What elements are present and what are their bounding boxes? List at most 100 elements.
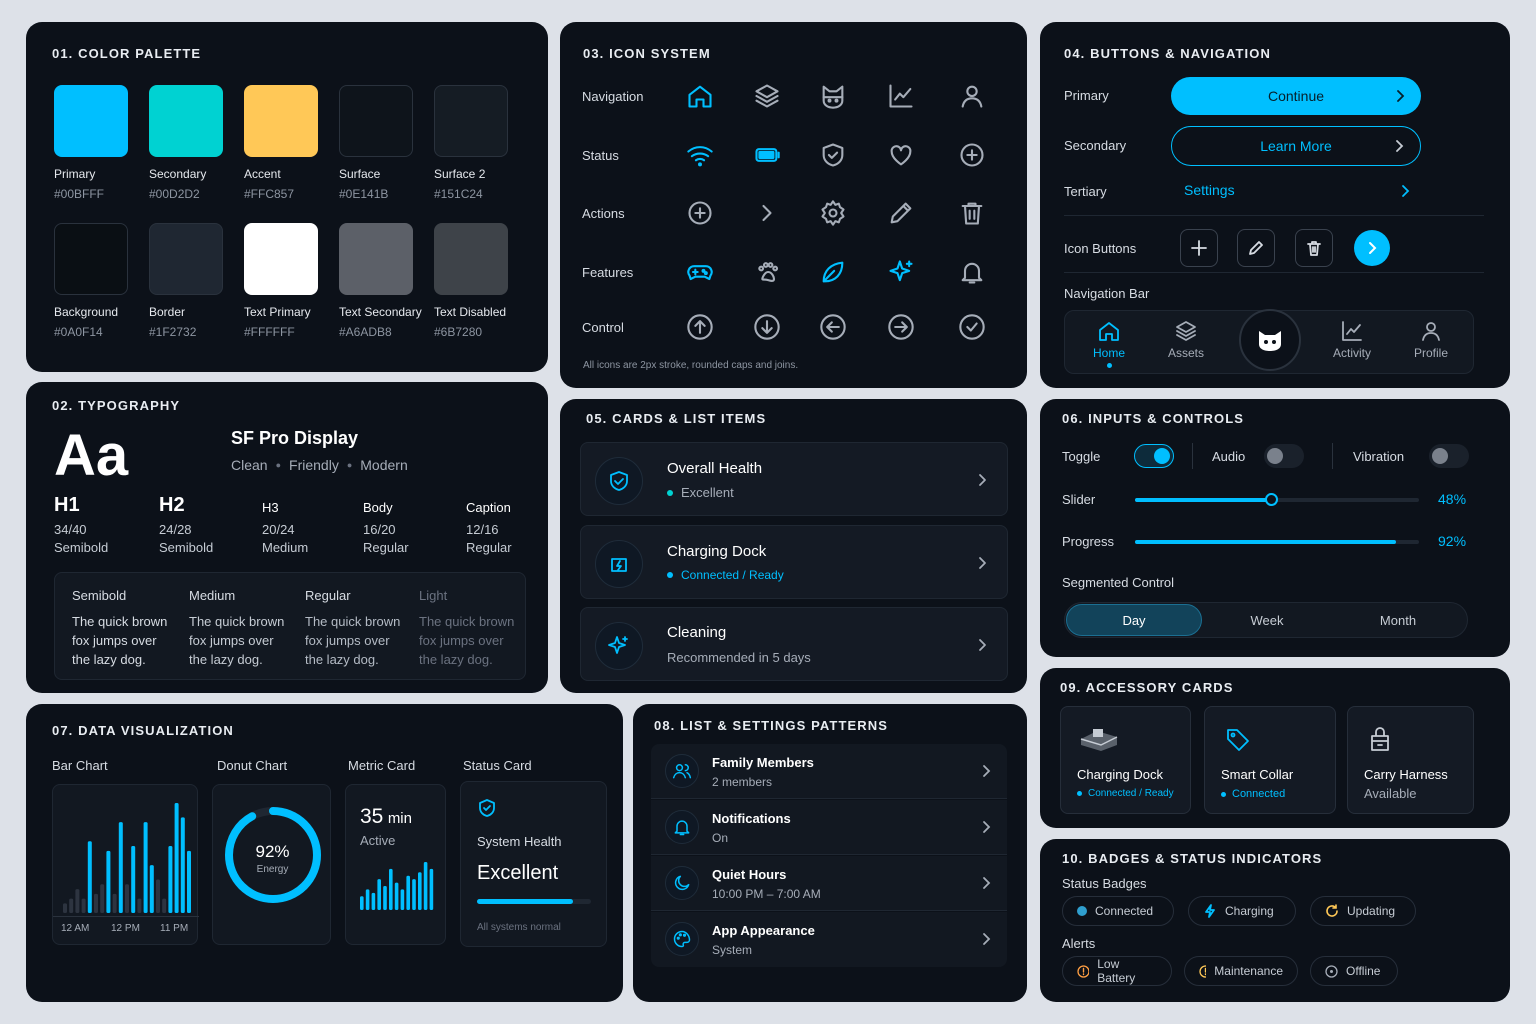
accessory-charging-dock[interactable]: Charging Dock Connected / Ready <box>1060 706 1191 814</box>
list-icon-circle <box>665 866 699 900</box>
learn-more-label: Learn More <box>1260 138 1332 154</box>
tertiary-label: Tertiary <box>1064 184 1107 199</box>
card-overall-health[interactable]: Overall Health Excellent <box>580 442 1008 516</box>
settings-list-item[interactable]: Family Members 2 members <box>651 744 1007 799</box>
moon-icon <box>672 873 692 893</box>
metric-bar <box>377 879 381 910</box>
bar <box>81 898 86 913</box>
color-swatch <box>434 223 508 295</box>
color-swatch <box>54 223 128 295</box>
bell-icon <box>958 258 986 286</box>
settings-button[interactable]: Settings <box>1184 182 1414 204</box>
swatch-name: Text Primary <box>244 305 311 319</box>
card-cleaning[interactable]: Cleaning Recommended in 5 days <box>580 607 1008 681</box>
vibration-toggle[interactable] <box>1429 444 1469 468</box>
list-icon-circle <box>665 754 699 788</box>
slider-track[interactable] <box>1135 493 1419 506</box>
swatch-hex: #FFC857 <box>244 187 295 201</box>
type-scale-weight: Regular <box>363 540 409 555</box>
slider-thumb[interactable] <box>1265 493 1279 506</box>
weight-sample-line: the lazy dog. <box>189 652 263 667</box>
audio-label: Audio <box>1212 449 1246 464</box>
card-title: Overall Health <box>667 460 763 477</box>
tag-icon <box>1227 729 1249 751</box>
type-scale-size: 34/40 <box>54 522 87 537</box>
list-item-sub: 10:00 PM – 7:00 AM <box>712 887 821 901</box>
toggle-switch-on[interactable] <box>1134 444 1174 468</box>
swatch-name: Surface 2 <box>434 167 486 181</box>
learn-more-button[interactable]: Learn More <box>1171 126 1421 166</box>
shield-check-icon <box>479 799 495 817</box>
progress-value: 92% <box>1438 533 1467 549</box>
segment-month[interactable]: Month <box>1333 604 1463 636</box>
nav-profile[interactable]: Profile <box>1403 319 1459 371</box>
audio-toggle[interactable] <box>1264 444 1304 468</box>
shield-check-icon <box>610 471 628 491</box>
trash-icon <box>1307 241 1321 256</box>
icon-system-panel: 03. ICON SYSTEM Navigation Status Actions F… <box>560 22 1027 388</box>
continue-button[interactable]: Continue <box>1171 77 1421 115</box>
bar <box>63 903 67 913</box>
swatch-hex: #6B7280 <box>434 325 483 339</box>
donut-chart-card: 92% Energy <box>212 784 331 945</box>
plus-icon <box>1191 240 1207 256</box>
add-icon-button[interactable] <box>1180 229 1218 267</box>
panel-title: 01. COLOR PALETTE <box>52 46 202 61</box>
list-item-title: App Appearance <box>712 923 815 938</box>
weight-sample-line: The quick brown <box>419 614 515 629</box>
people-icon <box>672 761 692 781</box>
chevron-right-icon <box>753 199 781 227</box>
settings-list-item[interactable]: Quiet Hours 10:00 PM – 7:00 AM <box>651 856 1007 911</box>
chevron-right-icon <box>1402 185 1410 197</box>
shield-icon <box>819 141 847 169</box>
delete-icon-button[interactable] <box>1295 229 1333 267</box>
user-icon <box>1422 322 1440 341</box>
settings-list-item[interactable]: Notifications On <box>651 800 1007 855</box>
type-scale-name: Body <box>363 500 393 515</box>
weight-sample-line: fox jumps over <box>189 633 274 648</box>
metric-bar <box>429 868 434 910</box>
color-swatch <box>54 85 128 157</box>
bar <box>69 898 74 913</box>
settings-list-item[interactable]: App Appearance System <box>651 912 1007 967</box>
alerts-label: Alerts <box>1062 936 1096 951</box>
accessory-carry-harness[interactable]: Carry Harness Available <box>1347 706 1474 814</box>
weight-sample-line: the lazy dog. <box>305 652 379 667</box>
metric-bar <box>423 862 428 910</box>
arrow-up-circle-icon <box>686 313 714 341</box>
type-scale-size: 16/20 <box>363 522 396 537</box>
card-sub: Connected / Ready <box>667 568 784 582</box>
cat-icon <box>819 82 847 110</box>
metric-bar <box>360 896 364 910</box>
weight-sample-line: The quick brown <box>305 614 401 629</box>
active-dot <box>1106 363 1112 368</box>
dock-icon <box>611 558 627 572</box>
swatch-hex: #00D2D2 <box>149 187 200 201</box>
icon-circle <box>595 457 643 505</box>
swatch-name: Secondary <box>149 167 207 181</box>
home-icon <box>686 82 714 110</box>
nav-activity-label: Activity <box>1332 346 1371 360</box>
edit-icon-button[interactable] <box>1237 229 1275 267</box>
metric-bar <box>400 889 405 910</box>
list-icon-circle <box>665 922 699 956</box>
bar <box>118 822 123 913</box>
card-charging-dock[interactable]: Charging Dock Connected / Ready <box>580 525 1008 599</box>
nav-center-pet-button[interactable] <box>1239 309 1301 371</box>
type-scale-size: 20/24 <box>262 522 295 537</box>
nav-home-label: Home <box>1092 346 1125 360</box>
swatch-name: Text Disabled <box>434 305 507 319</box>
chevron-right-icon <box>979 639 986 651</box>
offline-icon <box>1325 964 1338 978</box>
accessory-panel: 09. ACCESSORY CARDS Charging Dock Connec… <box>1040 668 1510 828</box>
nav-home[interactable]: Home <box>1081 319 1137 371</box>
weight-sample-line: the lazy dog. <box>72 652 146 667</box>
panel-title: 03. ICON SYSTEM <box>583 46 711 61</box>
segment-week[interactable]: Week <box>1202 604 1332 636</box>
accessory-smart-collar[interactable]: Smart Collar Connected <box>1204 706 1336 814</box>
font-traits: Clean ● Friendly ● Modern <box>231 457 408 473</box>
segment-day[interactable]: Day <box>1066 604 1202 636</box>
nav-assets[interactable]: Assets <box>1158 319 1214 371</box>
next-icon-button[interactable] <box>1354 230 1390 266</box>
nav-activity[interactable]: Activity <box>1322 319 1382 371</box>
